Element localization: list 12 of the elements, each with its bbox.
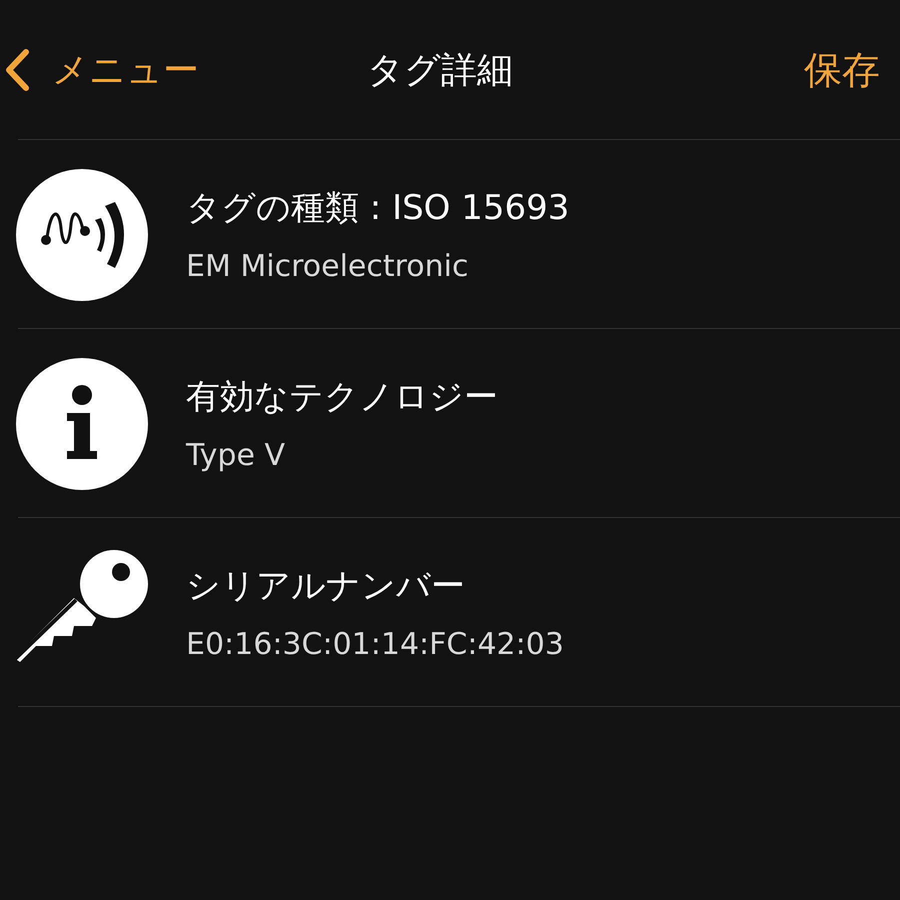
- row-value: EM Microelectronic: [186, 249, 470, 284]
- row-value: E0:16:3C:01:14:FC:42:03: [186, 627, 564, 662]
- screen-title: タグ詳細: [367, 48, 513, 92]
- row-title: 有効なテクノロジー: [186, 376, 498, 419]
- info-icon: [15, 356, 149, 490]
- back-button[interactable]: メニュー: [0, 46, 199, 94]
- row-title: シリアルナンバー: [186, 565, 466, 608]
- back-chevron-icon: [4, 48, 30, 92]
- nfc-icon: [15, 168, 149, 302]
- row-title: タグの種類 : ISO 15693: [186, 187, 570, 230]
- row-value: Type V: [186, 438, 286, 473]
- save-button[interactable]: 保存: [804, 44, 880, 96]
